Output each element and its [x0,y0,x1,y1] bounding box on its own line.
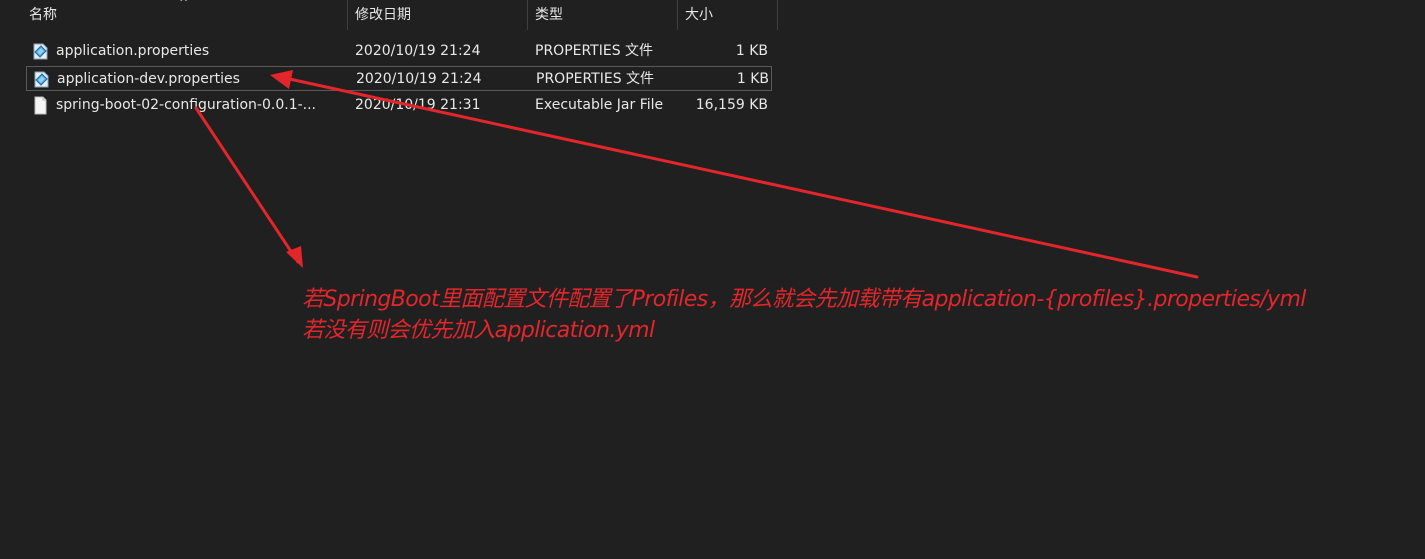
arrow-line-to-annotation [194,106,300,264]
arrow-line-to-dev-properties [283,76,1199,279]
annotation-text-line2: 若没有则会优先加入application.yml [302,318,655,343]
file-explorer-window: ^ 名称 修改日期 类型 大小 application.properties 2… [0,0,1425,559]
annotation-arrows [194,70,1199,279]
annotation-text-line1: 若SpringBoot里面配置文件配置了Profiles，那么就会先加载带有ap… [302,287,1306,312]
arrowhead-icon [270,70,293,89]
